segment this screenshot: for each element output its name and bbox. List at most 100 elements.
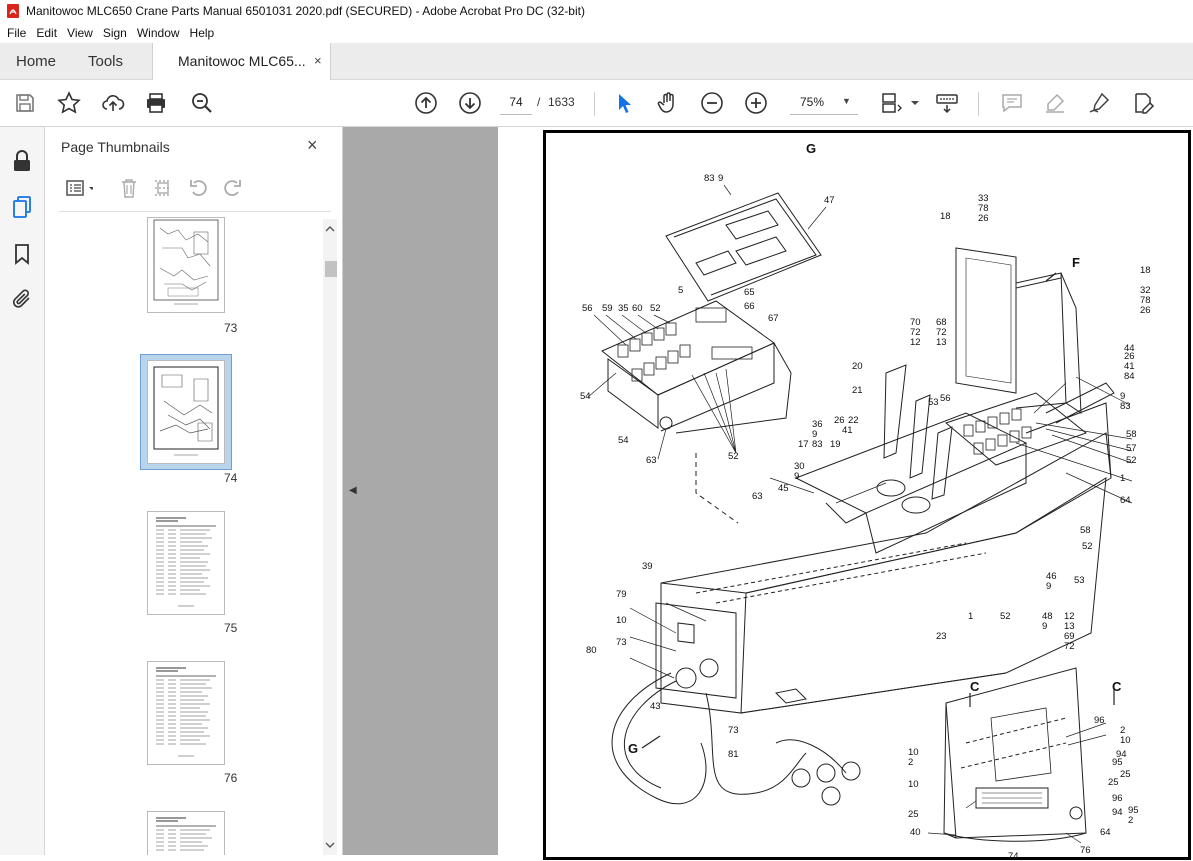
callout-label: 76 [1080,845,1091,856]
edit-pdf-icon[interactable] [1131,91,1155,115]
close-panel-icon[interactable]: × [307,135,318,156]
lock-icon[interactable] [10,149,34,173]
thumbnail-tools [59,177,329,203]
previous-page-icon[interactable] [414,91,438,115]
rotate-clockwise-icon[interactable] [221,177,243,199]
options-menu-icon[interactable] [59,177,95,199]
menu-sign[interactable]: Sign [98,26,132,40]
page-thumbnail-73[interactable] [147,217,225,313]
callout-label: 84 [1124,371,1135,382]
callout-label: 9 [718,173,723,184]
thumbnails-panel: Page Thumbnails × 73 74 75 76 [45,127,343,855]
delete-trash-icon[interactable] [118,177,140,199]
window-title: Manitowoc MLC650 Crane Parts Manual 6501… [26,4,585,18]
callout-label: 60 [632,303,643,314]
callout-label: 58 [1126,429,1137,440]
attachments-paperclip-icon[interactable] [10,287,34,311]
callout-label: 96 [1112,793,1123,804]
menu-view[interactable]: View [62,26,98,40]
bookmarks-icon[interactable] [10,242,34,266]
upload-cloud-icon[interactable] [101,91,125,115]
callout-label: 45 [778,483,789,494]
keyboard-scroll-icon[interactable] [935,91,959,115]
zoom-search-icon[interactable] [190,91,214,115]
scroll-up-icon [325,226,335,232]
zoom-dropdown[interactable]: 75% ▼ [790,90,858,115]
callout-label: 25 [1120,769,1131,780]
tab-home[interactable]: Home [16,53,56,70]
bookmark-star-icon[interactable] [57,91,81,115]
page-thumbnails-icon[interactable] [10,195,34,219]
thumbnail-scrollbar[interactable] [323,219,337,855]
toolbar: / 1633 75% ▼ [0,80,1193,127]
hand-tool-icon[interactable] [656,91,680,115]
page-thumbnail-77[interactable] [147,811,225,855]
callout-label: 5 [678,285,683,296]
callout-label: 64 [1100,827,1111,838]
callout-label: 95 [1112,757,1123,768]
callout-label: 2 [908,757,913,768]
save-icon[interactable] [13,91,37,115]
menu-help[interactable]: Help [185,26,220,40]
page-number-input[interactable] [500,90,532,115]
rotate-counterclockwise-icon[interactable] [188,177,210,199]
callout-label: 9 [794,471,799,482]
callout-label: 52 [650,303,661,314]
callout-label: 17 [798,439,809,450]
panel-title: Page Thumbnails [61,139,170,155]
callout-label: 83 [704,173,715,184]
scrollbar-thumb[interactable] [325,261,337,277]
page-thumbnail-76[interactable] [147,661,225,765]
zoom-value: 75% [800,95,825,109]
menu-window[interactable]: Window [132,26,185,40]
callout-label: 57 [1126,443,1137,454]
view-label: C [1112,679,1122,694]
callout-label: 52 [728,451,739,462]
comment-icon[interactable] [1000,91,1024,115]
scroll-down-icon [325,842,335,848]
menu-edit[interactable]: Edit [31,26,62,40]
callout-label: 41 [842,425,853,436]
title-bar: Manitowoc MLC650 Crane Parts Manual 6501… [0,0,1193,22]
callout-label: 63 [752,491,763,502]
page-thumbnail-75[interactable] [147,511,225,615]
callout-label: 96 [1094,715,1105,726]
callout-label: 80 [586,645,597,656]
tab-tools[interactable]: Tools [88,53,123,70]
callout-label: 58 [1080,525,1091,536]
page-thumbnail-74[interactable] [147,360,225,464]
zoom-out-icon[interactable] [700,91,724,115]
callout-label: 79 [616,589,627,600]
menu-file[interactable]: File [2,26,31,40]
extract-pages-icon[interactable] [152,177,174,199]
callout-label: 13 [936,337,947,348]
callout-label: 52 [1126,455,1137,466]
tab-close-icon[interactable]: × [314,53,322,68]
page-thumbnail-label: 75 [224,621,238,635]
tab-document-label: Manitowoc MLC65... [178,53,306,69]
highlight-pen-icon[interactable] [1043,91,1067,115]
callout-label: 9 [1042,621,1047,632]
menu-bar: File Edit View Sign Window Help [0,22,1193,43]
next-page-icon[interactable] [458,91,482,115]
collapse-panel-handle[interactable]: ◀ [343,127,363,855]
view-label: F [1072,255,1080,270]
select-cursor-icon[interactable] [612,91,636,115]
toolbar-divider [594,92,595,116]
callout-label: 9 [1046,581,1051,592]
callout-label: 63 [646,455,657,466]
zoom-in-icon[interactable] [744,91,768,115]
tab-document[interactable]: Manitowoc MLC65... × [152,43,331,81]
callout-label: 67 [768,313,779,324]
callout-label: 94 [1112,807,1123,818]
page-thumbnail-label: 73 [224,321,238,335]
chevron-left-icon[interactable]: ◀ [349,485,357,496]
sign-pen-icon[interactable] [1087,91,1111,115]
page-total: 1633 [548,95,575,109]
print-icon[interactable] [144,91,168,115]
fit-page-icon[interactable] [880,91,904,115]
callout-label: 52 [1082,541,1093,552]
callout-label: 81 [728,749,739,760]
fit-dropdown-chevron-icon[interactable] [903,91,919,115]
callout-label: 25 [908,809,919,820]
